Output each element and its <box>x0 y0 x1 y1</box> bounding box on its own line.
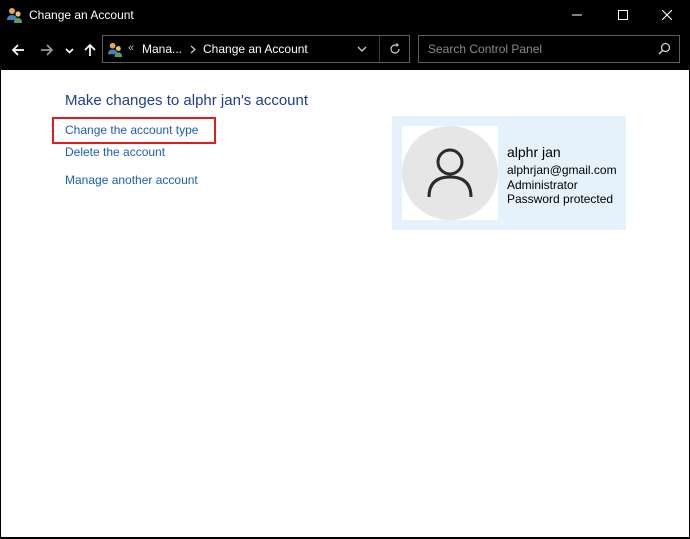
recent-locations-button[interactable] <box>62 38 76 62</box>
user-accounts-icon <box>7 8 22 23</box>
account-status: Password protected <box>507 192 614 206</box>
chevron-right-icon <box>190 45 196 53</box>
page-heading: Make changes to alphr jan's account <box>65 92 309 109</box>
minimize-icon <box>572 14 582 16</box>
arrow-right-icon <box>41 44 54 56</box>
chevron-down-icon <box>64 47 74 54</box>
main-content: Make changes to alphr jan's account Chan… <box>0 70 690 538</box>
arrow-up-icon <box>84 43 96 56</box>
user-icon <box>427 148 473 198</box>
window-title: Change an Account <box>29 8 134 22</box>
avatar <box>402 126 498 220</box>
breadcrumb-item[interactable]: Change an Account <box>203 42 308 56</box>
address-dropdown-button[interactable] <box>349 36 375 62</box>
arrow-left-icon <box>11 44 24 56</box>
forward-button[interactable] <box>37 38 57 62</box>
back-button[interactable] <box>8 38 28 62</box>
refresh-icon <box>390 43 400 54</box>
chevron-down-icon <box>357 46 367 52</box>
maximize-button[interactable] <box>600 0 646 30</box>
account-email: alphrjan@gmail.com <box>507 163 617 177</box>
close-icon <box>662 10 672 20</box>
account-name: alphr jan <box>507 144 561 160</box>
close-button[interactable] <box>644 0 690 30</box>
account-role: Administrator <box>507 178 578 192</box>
minimize-button[interactable] <box>554 0 600 30</box>
delete-account-link[interactable]: Delete the account <box>65 145 165 159</box>
refresh-button[interactable] <box>379 36 410 62</box>
account-card: alphr jan alphrjan@gmail.com Administrat… <box>392 116 626 230</box>
control-panel-window: Change an Account « Mana... Change an Ac… <box>0 0 690 539</box>
user-accounts-icon <box>107 42 123 58</box>
up-button[interactable] <box>80 38 100 62</box>
maximize-icon <box>618 10 628 20</box>
breadcrumb-separator[interactable] <box>183 36 203 62</box>
address-bar[interactable]: « Mana... Change an Account <box>102 35 410 63</box>
search-box[interactable] <box>418 35 680 63</box>
search-icon[interactable] <box>658 42 671 55</box>
change-account-type-link[interactable]: Change the account type <box>65 123 198 137</box>
manage-another-account-link[interactable]: Manage another account <box>65 173 198 187</box>
search-input[interactable] <box>419 36 649 62</box>
title-bar[interactable]: Change an Account <box>0 0 690 30</box>
breadcrumb-item[interactable]: Mana... <box>142 42 182 56</box>
breadcrumb-overflow[interactable]: « <box>128 42 134 54</box>
